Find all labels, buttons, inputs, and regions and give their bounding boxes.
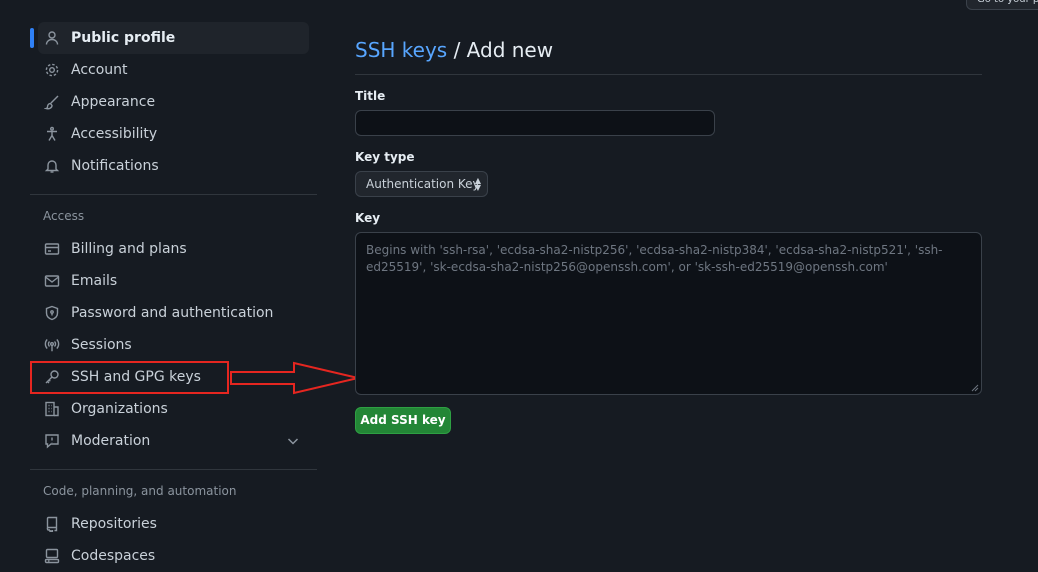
breadcrumb-ssh-keys-link[interactable]: SSH keys [355,38,447,62]
title-label: Title [355,89,386,103]
sidebar-item-organizations[interactable]: Organizations [38,393,309,425]
paintbrush-icon [44,94,60,110]
breadcrumb-separator: / [447,38,467,62]
organization-icon [44,401,60,417]
sidebar-item-label: Emails [71,273,118,289]
resize-grip-icon[interactable] [971,384,979,392]
sidebar-item-label: Sessions [71,337,132,353]
report-icon [44,433,60,449]
key-label: Key [355,211,381,225]
gear-icon [44,62,60,78]
bell-icon [44,158,60,174]
sidebar-item-sessions[interactable]: Sessions [38,329,309,361]
sidebar-item-label: Appearance [71,94,156,110]
sidebar-item-codespaces[interactable]: Codespaces [38,540,309,572]
accessibility-icon [44,126,60,142]
sidebar-item-appearance[interactable]: Appearance [38,86,309,118]
sidebar-item-label: Repositories [71,516,157,532]
key-type-value: Authentication Key [366,177,480,191]
sidebar-divider [30,194,317,195]
access-section-heading: Access [43,209,85,223]
sidebar-item-billing[interactable]: Billing and plans [38,233,309,265]
key-textarea[interactable]: Begins with 'ssh-rsa', 'ecdsa-sha2-nistp… [355,232,982,395]
settings-sidebar: Public profile Account Appearance Access… [30,22,317,572]
sidebar-item-label: Public profile [71,30,176,46]
sidebar-item-public-profile[interactable]: Public profile [30,22,309,54]
sidebar-item-account[interactable]: Account [38,54,309,86]
sidebar-item-label: Notifications [71,158,159,174]
sidebar-item-moderation[interactable]: Moderation [38,425,309,457]
key-type-select[interactable]: Authentication Key ▲ ▼ [355,171,488,197]
codespaces-icon [44,548,60,564]
add-ssh-key-button[interactable]: Add SSH key [355,407,451,434]
sidebar-item-label: Password and authentication [71,305,274,321]
sidebar-item-label: Accessibility [71,126,158,142]
code-section-heading: Code, planning, and automation [43,484,237,498]
select-arrows-icon: ▲ ▼ [474,176,481,192]
mail-icon [44,273,60,289]
person-icon [44,30,60,46]
sidebar-item-accessibility[interactable]: Accessibility [38,118,309,150]
sidebar-item-label: Organizations [71,401,168,417]
repo-icon [44,516,60,532]
annotation-arrow-icon [230,361,359,395]
sidebar-divider [30,469,317,470]
chevron-down-icon[interactable] [285,433,301,449]
shield-lock-icon [44,305,60,321]
key-type-label: Key type [355,150,415,164]
broadcast-icon [44,337,60,353]
sidebar-item-label: Codespaces [71,548,156,564]
main-content: SSH keys / Add new Title Key type Authen… [355,38,982,434]
breadcrumb-current: Add new [466,38,554,62]
credit-card-icon [44,241,60,257]
go-to-profile-button[interactable]: Go to your pe [966,0,1038,10]
sidebar-item-password-authentication[interactable]: Password and authentication [38,297,309,329]
key-placeholder: Begins with 'ssh-rsa', 'ecdsa-sha2-nistp… [366,243,943,274]
sidebar-item-repositories[interactable]: Repositories [38,508,309,540]
sidebar-item-notifications[interactable]: Notifications [38,150,309,182]
highlight-box [30,361,229,394]
sidebar-item-emails[interactable]: Emails [38,265,309,297]
title-input[interactable] [355,110,715,136]
page-title: SSH keys / Add new [355,38,982,75]
sidebar-item-label: Moderation [71,433,151,449]
sidebar-item-label: Billing and plans [71,241,187,257]
sidebar-item-label: Account [71,62,128,78]
